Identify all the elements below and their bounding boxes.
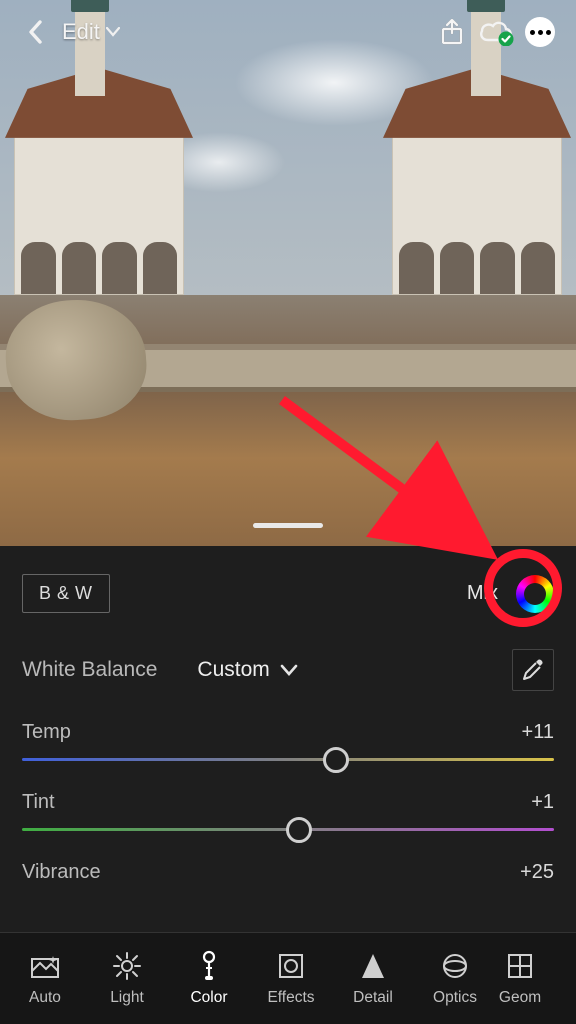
tool-color[interactable]: Color xyxy=(168,950,250,1007)
more-icon xyxy=(525,17,555,47)
tint-slider[interactable]: Tint +1 xyxy=(22,791,554,831)
tool-label: Color xyxy=(190,989,227,1007)
tool-optics[interactable]: Optics xyxy=(414,950,496,1007)
share-icon xyxy=(438,18,466,46)
white-balance-label: White Balance xyxy=(22,658,157,682)
color-icon xyxy=(198,950,220,982)
slider-label: Vibrance xyxy=(22,861,101,884)
photo-building xyxy=(14,125,184,295)
tool-label: Auto xyxy=(29,989,61,1007)
cloud-synced-icon xyxy=(477,18,515,46)
detail-icon xyxy=(360,950,386,982)
slider-label: Temp xyxy=(22,721,71,744)
auto-icon xyxy=(29,950,61,982)
more-button[interactable] xyxy=(518,10,562,54)
slider-track[interactable] xyxy=(22,828,554,831)
top-bar: Edit xyxy=(0,0,576,64)
optics-icon xyxy=(440,950,470,982)
tool-label: Detail xyxy=(353,989,393,1007)
bottom-toolbar: Auto Light Color Effects Detail xyxy=(0,932,576,1024)
chevron-down-icon xyxy=(280,664,298,676)
slider-thumb[interactable] xyxy=(323,747,349,773)
tool-label: Light xyxy=(110,989,144,1007)
annotation-circle xyxy=(484,549,562,627)
tool-auto[interactable]: Auto xyxy=(4,950,86,1007)
tool-effects[interactable]: Effects xyxy=(250,950,332,1007)
white-balance-select[interactable]: Custom xyxy=(197,658,297,682)
tool-label: Optics xyxy=(433,989,477,1007)
tool-light[interactable]: Light xyxy=(86,950,168,1007)
back-button[interactable] xyxy=(14,10,58,54)
slider-value: +25 xyxy=(520,861,554,884)
black-and-white-button[interactable]: B & W xyxy=(22,574,110,613)
eyedropper-icon xyxy=(520,657,546,683)
light-icon xyxy=(112,950,142,982)
temp-slider[interactable]: Temp +11 xyxy=(22,721,554,761)
cloud-sync-button[interactable] xyxy=(474,10,518,54)
edit-menu[interactable]: Edit xyxy=(62,19,120,45)
geometry-icon xyxy=(507,950,533,982)
slider-track[interactable] xyxy=(22,758,554,761)
slider-thumb[interactable] xyxy=(286,817,312,843)
vibrance-slider[interactable]: Vibrance +25 xyxy=(22,861,554,926)
slider-value: +11 xyxy=(522,721,554,744)
share-button[interactable] xyxy=(430,10,474,54)
tool-detail[interactable]: Detail xyxy=(332,950,414,1007)
effects-icon xyxy=(277,950,305,982)
page-title: Edit xyxy=(62,19,100,45)
tool-label: Effects xyxy=(267,989,314,1007)
annotation-arrow xyxy=(270,388,530,588)
white-balance-value: Custom xyxy=(197,658,269,682)
slider-label: Tint xyxy=(22,791,55,814)
chevron-left-icon xyxy=(26,18,46,46)
slider-value: +1 xyxy=(531,791,554,814)
tool-geometry[interactable]: Geom xyxy=(496,950,544,1007)
caret-down-icon xyxy=(106,27,120,37)
eyedropper-button[interactable] xyxy=(512,649,554,691)
photo-building xyxy=(392,125,562,295)
tool-label: Geom xyxy=(499,989,541,1007)
